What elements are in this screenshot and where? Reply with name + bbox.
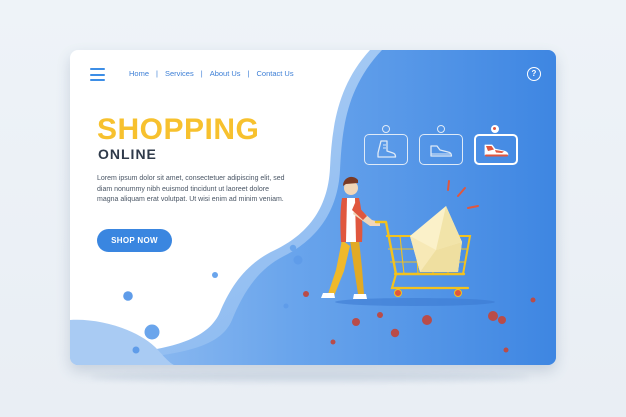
paper-bag-icon	[410, 206, 462, 272]
shopper-with-cart-illustration	[303, 176, 536, 353]
landing-page-card: Home | Services | About Us | Contact Us …	[70, 50, 556, 365]
shopper-figure	[321, 176, 380, 299]
card-floor-shadow	[90, 372, 530, 382]
sparkle-lines	[447, 180, 479, 209]
